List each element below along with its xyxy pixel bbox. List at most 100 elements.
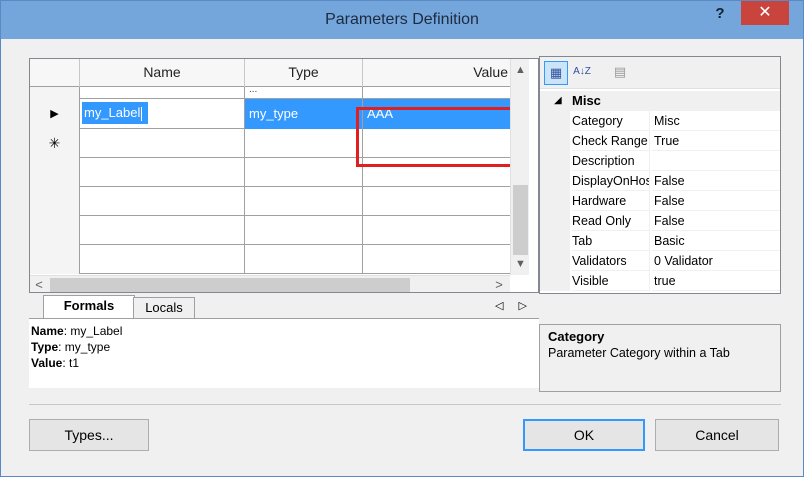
row-header[interactable]: ▶: [30, 99, 80, 129]
divider: [29, 404, 781, 405]
name-edit-input[interactable]: my_Label: [82, 102, 148, 124]
detail-value-label: Value: [31, 356, 63, 370]
detail-type: Type: my_type: [31, 339, 537, 355]
value-cell[interactable]: [363, 129, 510, 158]
property-value[interactable]: true: [652, 271, 780, 291]
property-description-panel: Category Parameter Category within a Tab: [539, 324, 781, 392]
detail-name-value: : my_Label: [63, 324, 123, 338]
property-value[interactable]: True: [652, 131, 780, 151]
close-button[interactable]: ✕: [741, 1, 789, 25]
categorized-view-icon[interactable]: ▦: [544, 61, 568, 85]
property-gutter: [540, 151, 570, 171]
name-cell: [80, 216, 245, 245]
description-text: Parameter Category within a Tab: [548, 346, 730, 360]
column-header-name[interactable]: Name: [80, 59, 245, 87]
value-cell: [363, 216, 510, 245]
formals-details: Name: my_Label Type: my_type Value: t1: [29, 318, 539, 388]
property-row-validators[interactable]: Validators 0 Validator: [540, 251, 780, 271]
parameters-grid[interactable]: Name Type Value ... ▶ my_Label my_type A…: [29, 58, 539, 293]
grid-vertical-scrollbar[interactable]: ▲ ▼: [510, 59, 529, 275]
column-header-value[interactable]: Value: [363, 59, 510, 87]
type-cell: [245, 216, 363, 245]
value-cell[interactable]: [363, 87, 510, 99]
column-header-type[interactable]: Type: [245, 59, 363, 87]
table-row: [30, 158, 510, 187]
tab-locals[interactable]: Locals: [133, 297, 195, 319]
name-cell: [80, 245, 245, 274]
detail-type-value: : my_type: [58, 340, 111, 354]
tab-scroll-arrows-icon[interactable]: ◁ ▷: [495, 299, 533, 312]
table-row-selected[interactable]: ▶ my_Label my_type AAA: [30, 99, 510, 129]
property-value[interactable]: Misc: [652, 111, 780, 131]
property-gutter: [540, 271, 570, 291]
window-title: Parameters Definition: [325, 11, 479, 28]
row-header: [30, 87, 80, 99]
grid-corner-header: [30, 59, 80, 87]
table-row[interactable]: ...: [30, 87, 510, 99]
property-grid-toolbar: ▦ A↓Z ▤: [540, 57, 780, 89]
title-bar[interactable]: Parameters Definition ? ✕: [1, 1, 803, 39]
property-name: Description: [572, 151, 650, 171]
property-row-category[interactable]: Category Misc: [540, 111, 780, 131]
horizontal-scroll-thumb[interactable]: [50, 278, 410, 292]
row-header: [30, 245, 80, 274]
property-row-display-on-host[interactable]: DisplayOnHost False: [540, 171, 780, 191]
property-category-misc[interactable]: ◢ Misc: [540, 91, 780, 111]
property-gutter: [540, 111, 570, 131]
scroll-left-icon[interactable]: <: [30, 276, 48, 292]
types-button[interactable]: Types...: [29, 419, 149, 451]
alphabetical-sort-icon[interactable]: A↓Z: [570, 61, 594, 85]
property-gutter: [540, 251, 570, 271]
property-value[interactable]: False: [652, 171, 780, 191]
details-tabs: Formals Locals ◁ ▷: [29, 295, 539, 319]
property-value[interactable]: False: [652, 191, 780, 211]
name-cell[interactable]: my_Label: [80, 99, 245, 129]
value-cell[interactable]: AAA: [363, 99, 510, 129]
grid-horizontal-scrollbar[interactable]: < >: [30, 275, 510, 292]
property-row-read-only[interactable]: Read Only False: [540, 211, 780, 231]
property-gutter: [540, 231, 570, 251]
value-cell: [363, 245, 510, 274]
property-value[interactable]: 0 Validator: [652, 251, 780, 271]
detail-value: Value: t1: [31, 355, 537, 371]
grid-header: Name Type Value: [30, 59, 510, 87]
name-cell[interactable]: [80, 129, 245, 158]
property-pages-icon[interactable]: ▤: [608, 61, 632, 85]
vertical-scroll-thumb[interactable]: [513, 185, 528, 255]
value-cell: [363, 187, 510, 216]
property-name: Validators: [572, 251, 650, 271]
property-row-description[interactable]: Description: [540, 151, 780, 171]
cancel-button[interactable]: Cancel: [655, 419, 779, 451]
row-header: [30, 216, 80, 245]
ok-button[interactable]: OK: [523, 419, 645, 451]
tab-formals[interactable]: Formals: [43, 295, 135, 319]
type-cell[interactable]: ...: [245, 87, 363, 99]
current-row-arrow-icon: ▶: [50, 108, 59, 120]
type-cell[interactable]: my_type: [245, 99, 363, 129]
type-cell[interactable]: [245, 129, 363, 158]
property-row-visible[interactable]: Visible true: [540, 271, 780, 291]
property-gutter: [540, 171, 570, 191]
property-row-check-range[interactable]: Check Range True: [540, 131, 780, 151]
row-header[interactable]: ✳: [30, 129, 80, 158]
collapse-category-icon[interactable]: ◢: [554, 91, 562, 111]
text-caret: [141, 106, 143, 121]
property-row-tab[interactable]: Tab Basic: [540, 231, 780, 251]
property-value[interactable]: False: [652, 211, 780, 231]
property-row-hardware[interactable]: Hardware False: [540, 191, 780, 211]
property-name: DisplayOnHost: [572, 171, 650, 191]
scroll-up-icon[interactable]: ▲: [511, 61, 530, 79]
property-value[interactable]: Basic: [652, 231, 780, 251]
row-header: [30, 187, 80, 216]
new-row-asterisk-icon: ✳: [48, 135, 61, 151]
help-button[interactable]: ?: [707, 3, 733, 25]
scroll-down-icon[interactable]: ▼: [511, 255, 530, 273]
scroll-right-icon[interactable]: >: [490, 276, 508, 292]
name-cell[interactable]: [80, 87, 245, 99]
property-value[interactable]: [652, 151, 780, 171]
property-gutter: [540, 211, 570, 231]
property-grid[interactable]: ▦ A↓Z ▤ ◢ Misc Category Misc Check Range T…: [539, 56, 781, 294]
description-title: Category: [548, 329, 605, 344]
property-name: Visible: [572, 271, 650, 291]
table-row-new[interactable]: ✳: [30, 129, 510, 158]
